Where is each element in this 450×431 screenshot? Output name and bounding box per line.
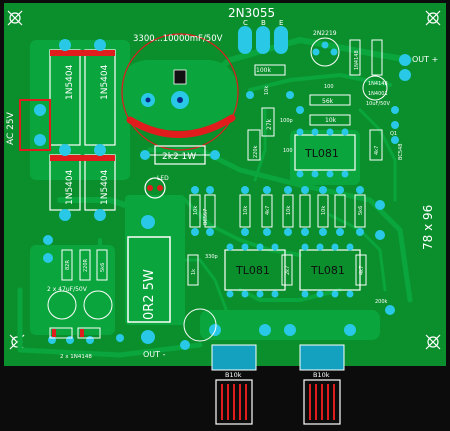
power-transistor-pads [238,26,288,54]
label-cap-10uf: 10uF/50V [366,101,390,107]
label-1n4148-top: 1N4148 [354,50,360,70]
label-diode-3: 1N5404 [65,169,75,205]
label-r10k-mid: 10k [325,117,337,124]
label-r10k-left: 10k [264,86,270,95]
label-diode-2: 1N5404 [100,64,110,100]
label-1n4001: 1N4001 [368,91,388,97]
label-r100k: 100k [256,67,271,74]
label-c100p: 100p [280,118,293,124]
label-r4k7-c: 4k7 [359,266,365,275]
label-r100-a: 100 [324,84,334,90]
label-bc557: BC557 [203,209,209,225]
label-0r2: 0R2 5W [142,269,157,320]
label-q1: Q1 [390,131,397,137]
label-dimensions: 78 x 96 [421,205,435,250]
label-r56k: 56k [322,98,334,105]
label-out-minus: OUT - [143,350,166,359]
label-pin-b: B [261,19,266,27]
pcb-layout: 2N3055 C B E 3300...10000mF/50V 2N2219 1… [0,0,450,431]
label-main-capacitor: 3300...10000mF/50V [133,34,223,44]
label-r5k6-b: 5k6 [100,263,106,272]
label-pin-c: C [243,19,248,27]
label-r100-b: 100 [283,148,293,154]
label-diodes-1n4148: 2 x 1N4148 [60,354,92,360]
label-r4k7: 4k7 [374,146,380,155]
label-r200k: 200k [375,299,388,305]
label-r5k6: 5k6 [358,206,364,215]
label-pot-left: B10k [225,371,242,379]
label-diode-1: 1N5404 [65,64,75,100]
label-r10k-e: 10k [286,206,292,215]
label-out-plus: OUT + [412,55,438,64]
label-ac-input: AC 25V [6,111,16,145]
label-led: LED [157,175,169,182]
label-c330p: 330p [205,254,218,260]
label-2n3055: 2N3055 [228,6,275,20]
label-ic-left: TL081 [235,264,270,277]
label-r82r: 82R [65,260,71,270]
label-cap-47uf: 2 x 47uF/50V [47,286,88,293]
label-pot-right: B10k [313,371,330,379]
label-pin-e: E [279,19,283,27]
label-2k2: 2k2 1W [162,152,196,162]
label-r10k-f: 10k [321,206,327,215]
label-r10k-d: 10k [243,206,249,215]
label-diode-4: 1N5404 [100,169,110,205]
label-r2k7-a: 2k7 [285,266,291,275]
label-2n2219: 2N2219 [313,30,337,37]
label-1n4148-mid: 1N4148 [368,81,388,87]
label-r27k: 27k [266,118,273,130]
label-r220r: 220R [83,258,89,272]
label-bc548: BC548 [398,144,404,160]
label-r1k-a: 1k [191,269,197,275]
label-ic-top: TL081 [304,147,339,160]
label-ic-right: TL081 [310,264,345,277]
label-r4k7-b: 4k7 [265,206,271,215]
label-r10k-c: 10k [193,206,199,215]
label-r220k: 220k [253,145,259,158]
